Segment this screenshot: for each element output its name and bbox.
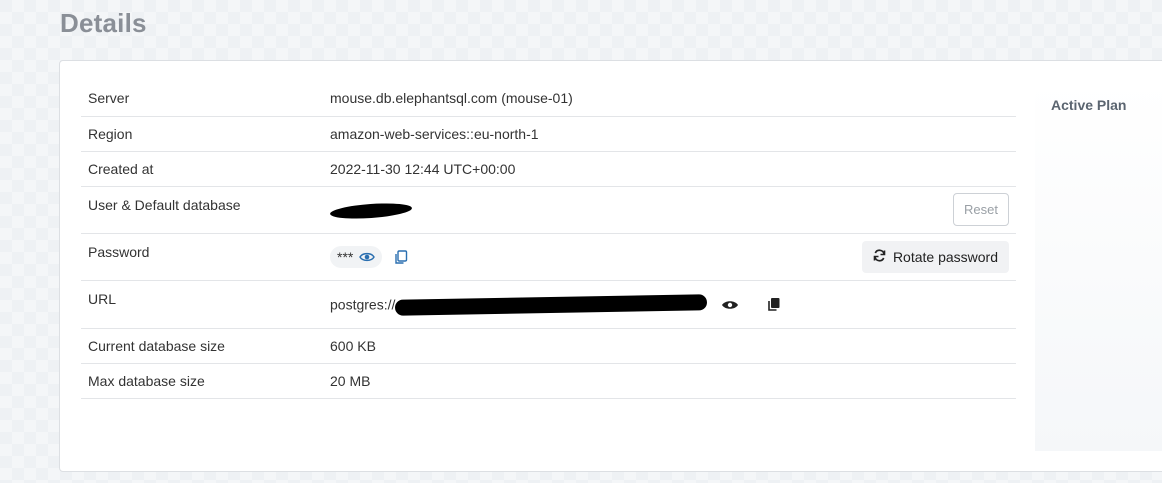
created-value: 2022-11-30 12:44 UTC+00:00 [330,160,516,177]
server-value: mouse.db.elephantsql.com (mouse-01) [330,90,573,107]
table-row-url: URL postgres:// [81,280,1016,328]
password-masked: *** [337,248,354,265]
created-label: Created at [88,160,154,177]
refresh-icon [873,248,886,265]
password-label: Password [88,243,150,260]
rotate-password-button[interactable]: Rotate password [861,240,1009,273]
details-card: Server mouse.db.elephantsql.com (mouse-0… [59,60,1162,472]
url-prefix: postgres:// [330,296,396,313]
reset-button[interactable]: Reset [953,193,1009,226]
eye-icon[interactable] [721,299,739,311]
details-table: Server mouse.db.elephantsql.com (mouse-0… [81,81,1016,399]
current-size-label: Current database size [88,337,225,354]
copy-icon[interactable] [767,297,781,312]
region-label: Region [88,125,133,142]
table-row-current-size: Current database size 600 KB [81,328,1016,363]
table-row-server: Server mouse.db.elephantsql.com (mouse-0… [81,81,1016,116]
current-size-value: 600 KB [330,337,376,354]
password-value-cell: *** [323,233,749,280]
user-label: User & Default database [88,196,241,213]
region-value: amazon-web-services::eu-north-1 [330,125,539,142]
max-size-value: 20 MB [330,372,371,389]
password-pill: *** [330,245,383,268]
eye-icon[interactable] [359,251,376,263]
user-value [323,186,749,233]
active-plan-panel: Active Plan [1035,81,1162,451]
rotate-password-label: Rotate password [892,248,998,265]
table-row-created: Created at 2022-11-30 12:44 UTC+00:00 [81,151,1016,186]
table-row-user: User & Default database Reset [81,186,1016,233]
table-row-region: Region amazon-web-services::eu-north-1 [81,116,1016,151]
table-row-password: Password *** Rotate password [81,233,1016,280]
server-label: Server [88,90,130,107]
redacted-url [395,293,708,316]
copy-icon[interactable] [394,250,408,265]
redacted-username [329,200,413,221]
table-row-max-size: Max database size 20 MB [81,363,1016,398]
page-title: Details [60,8,147,38]
url-label: URL [88,290,117,307]
active-plan-title: Active Plan [1051,97,1127,113]
max-size-label: Max database size [88,372,205,389]
url-value-cell: postgres:// [323,280,1016,328]
